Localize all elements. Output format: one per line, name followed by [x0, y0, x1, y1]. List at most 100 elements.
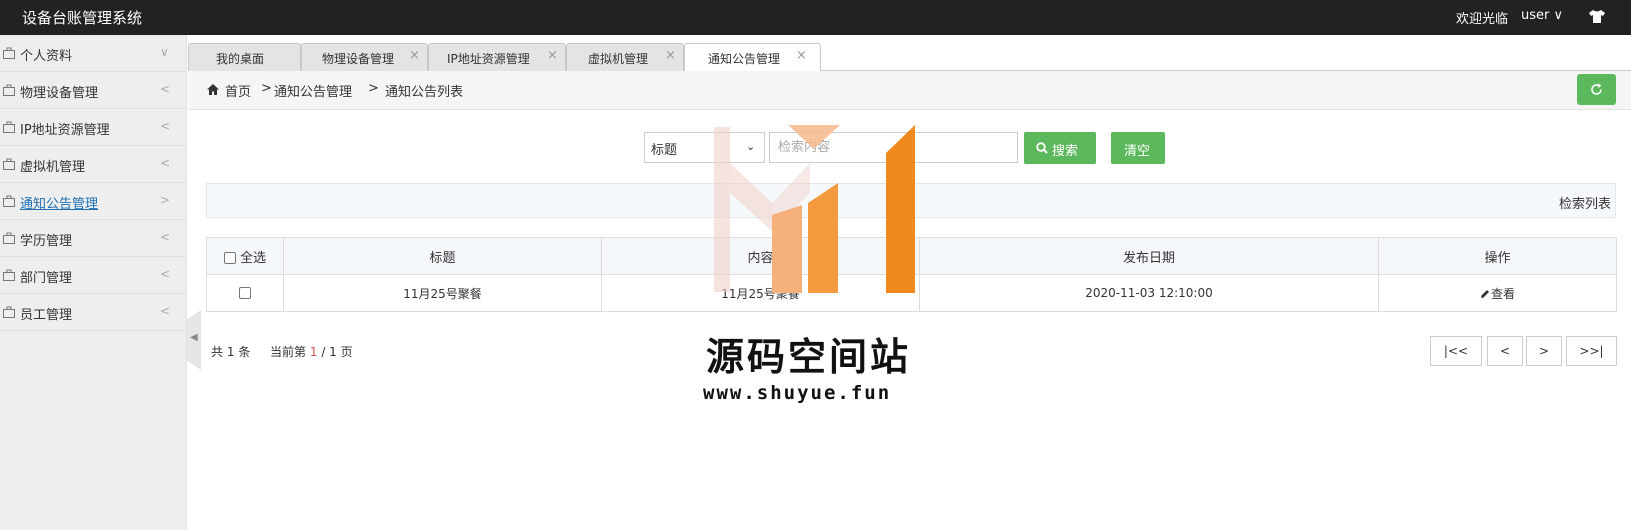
briefcase-icon — [3, 232, 15, 244]
sidebar-collapse-toggle[interactable]: ◀ — [187, 310, 201, 370]
close-icon[interactable]: × — [547, 48, 558, 63]
sidebar-item-label: 部门管理 — [20, 271, 73, 286]
row-checkbox[interactable] — [239, 287, 251, 299]
tab-strip: 我的桌面 物理设备管理 × IP地址资源管理 × 虚拟机管理 × 通知公告管理 … — [188, 35, 1631, 72]
pagination-total-count: 1 — [226, 345, 235, 359]
sidebar-item-employees[interactable]: 员工管理 < — [0, 294, 186, 331]
column-header-date: 发布日期 — [919, 237, 1379, 275]
refresh-icon — [1591, 83, 1602, 95]
pagination-current-page: 1 — [309, 345, 318, 359]
chevron-icon: > — [160, 193, 171, 207]
view-link[interactable]: 查看 — [1480, 287, 1515, 301]
breadcrumb-separator: > — [261, 81, 272, 96]
tab-label: 虚拟机管理 — [588, 52, 649, 66]
watermark-logo — [714, 125, 915, 293]
tab-ip-resources[interactable]: IP地址资源管理 × — [428, 43, 566, 71]
chevron-icon: ∨ — [160, 45, 169, 59]
app-title: 设备台账管理系统 — [22, 9, 143, 27]
home-icon — [207, 84, 219, 95]
clear-button-label: 清空 — [1124, 144, 1151, 159]
breadcrumb-separator: > — [368, 81, 379, 96]
column-header-actions: 操作 — [1378, 237, 1617, 275]
user-menu[interactable]: user ∨ — [1521, 8, 1563, 23]
tab-label: 通知公告管理 — [708, 52, 781, 66]
watermark-url: www.shuyue.fun — [703, 382, 892, 404]
pagination-page-suffix: 页 — [340, 345, 353, 359]
top-header: 设备台账管理系统 欢迎光临 user ∨ — [0, 0, 1631, 35]
sidebar-item-label: 虚拟机管理 — [20, 160, 86, 175]
sidebar-item-label: 通知公告管理 — [20, 197, 99, 212]
chevron-icon: < — [160, 267, 171, 281]
close-icon[interactable]: × — [409, 48, 420, 63]
row-select-cell — [206, 274, 284, 312]
sidebar-item-label: 物理设备管理 — [20, 86, 99, 101]
next-page-button[interactable]: > — [1526, 336, 1562, 366]
clear-button[interactable]: 清空 — [1111, 132, 1165, 164]
tab-label: 物理设备管理 — [322, 52, 395, 66]
chevron-icon: < — [160, 304, 171, 318]
pagination-total: 共 1 条 — [211, 343, 250, 360]
select-all-checkbox[interactable] — [223, 251, 236, 264]
sidebar-item-ip-resources[interactable]: IP地址资源管理 < — [0, 109, 186, 146]
sidebar-item-education[interactable]: 学历管理 < — [0, 220, 186, 257]
breadcrumb-notices[interactable]: 通知公告管理 — [274, 81, 352, 100]
welcome-text: 欢迎光临 — [1456, 12, 1509, 27]
chevron-icon: < — [160, 119, 171, 133]
watermark-title: 源码空间站 — [706, 335, 912, 379]
pagination-total-prefix: 共 — [211, 345, 224, 359]
sidebar-item-label: IP地址资源管理 — [20, 123, 110, 138]
chevron-down-icon: ∨ — [1553, 8, 1564, 23]
caret-left-icon: ◀ — [190, 332, 198, 343]
search-button-label: 搜索 — [1052, 144, 1079, 159]
search-icon — [1036, 142, 1048, 154]
prev-page-button[interactable]: < — [1487, 336, 1523, 366]
user-name: user — [1521, 8, 1550, 23]
refresh-button[interactable] — [1577, 74, 1616, 105]
close-icon[interactable]: × — [665, 48, 676, 63]
sidebar-item-departments[interactable]: 部门管理 < — [0, 257, 186, 294]
tab-physical-devices[interactable]: 物理设备管理 × — [301, 43, 428, 71]
sidebar-item-label: 个人资料 — [20, 49, 73, 64]
select-all-cell: 全选 — [206, 237, 284, 275]
column-header-title: 标题 — [283, 237, 602, 275]
briefcase-icon — [3, 158, 15, 170]
briefcase-icon — [3, 47, 15, 59]
chevron-icon: < — [160, 82, 171, 96]
search-button[interactable]: 搜索 — [1024, 132, 1096, 164]
briefcase-icon — [3, 84, 15, 96]
breadcrumb: 首页 > 通知公告管理 > 通知公告列表 — [188, 71, 1631, 110]
pagination-page-count: / 1 — [321, 345, 337, 359]
sidebar-item-label: 学历管理 — [20, 234, 73, 249]
cell-title: 11月25号聚餐 — [283, 274, 602, 312]
briefcase-icon — [3, 306, 15, 318]
sidebar-nav: 个人资料 ∨ 物理设备管理 < IP地址资源管理 < 虚拟机管理 < 通知公告管… — [0, 35, 187, 530]
sidebar-item-profile[interactable]: 个人资料 ∨ — [0, 35, 186, 72]
last-page-button[interactable]: >>| — [1566, 336, 1617, 366]
chevron-icon: < — [160, 156, 171, 170]
close-icon[interactable]: × — [796, 48, 807, 63]
select-all-label: 全选 — [240, 250, 267, 266]
sidebar-item-notices[interactable]: 通知公告管理 > — [0, 183, 186, 220]
cell-actions: 查看 — [1378, 274, 1617, 312]
tab-vm[interactable]: 虚拟机管理 × — [566, 43, 684, 71]
briefcase-icon — [3, 195, 15, 207]
breadcrumb-notice-list: 通知公告列表 — [385, 85, 464, 100]
pagination-current: 当前第 1 / 1 页 — [270, 343, 353, 360]
view-link-label: 查看 — [1490, 286, 1515, 301]
sidebar-item-vm[interactable]: 虚拟机管理 < — [0, 146, 186, 183]
sidebar-item-physical-devices[interactable]: 物理设备管理 < — [0, 72, 186, 109]
pagination-total-suffix: 条 — [238, 345, 251, 359]
tab-my-desktop[interactable]: 我的桌面 — [188, 43, 301, 71]
briefcase-icon — [3, 121, 15, 133]
tab-label: IP地址资源管理 — [447, 52, 530, 66]
tab-notices[interactable]: 通知公告管理 × — [684, 43, 821, 72]
tab-label: 我的桌面 — [216, 52, 265, 66]
breadcrumb-home[interactable]: 首页 — [225, 81, 251, 100]
briefcase-icon — [3, 269, 15, 281]
pencil-icon — [1480, 289, 1489, 298]
sidebar-item-label: 员工管理 — [20, 308, 73, 323]
tshirt-icon[interactable] — [1588, 7, 1606, 25]
first-page-button[interactable]: |<< — [1430, 336, 1482, 366]
list-header-title: 检索列表 — [1558, 197, 1611, 212]
chevron-icon: < — [160, 230, 171, 244]
